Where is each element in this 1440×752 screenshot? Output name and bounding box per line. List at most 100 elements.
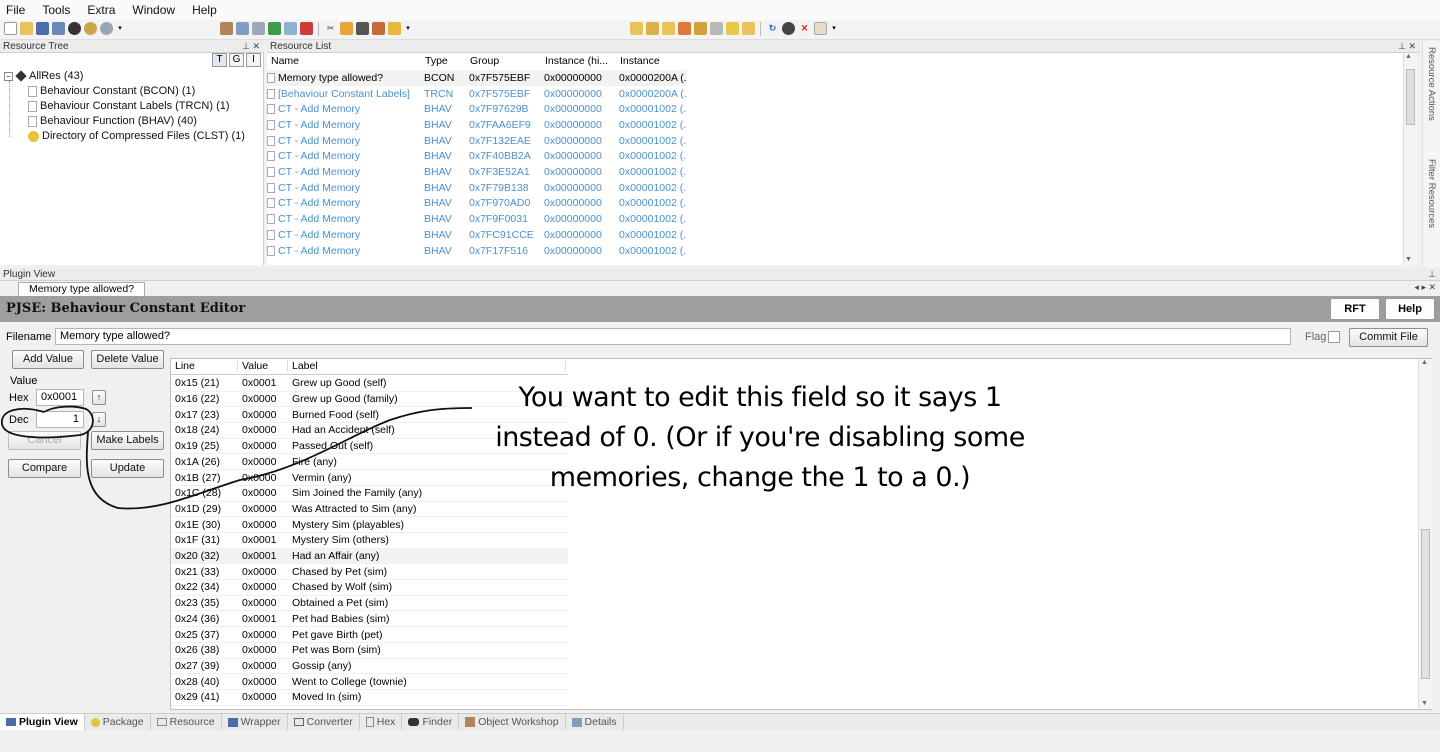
col-line[interactable]: Line <box>171 360 238 373</box>
pin-close-icon[interactable]: ⊥ ✕ <box>242 40 260 53</box>
resource-row[interactable]: CT - Add Memory BHAV 0x7F970AD0 0x00000000 0… <box>267 196 687 212</box>
add-value-button[interactable]: Add Value <box>12 350 84 369</box>
refresh-icon[interactable]: ↻ <box>766 22 779 35</box>
inbox-icon[interactable] <box>694 22 707 35</box>
tree-item-bcon[interactable]: Behaviour Constant (BCON) (1) <box>28 85 195 97</box>
pin-icon[interactable]: ⊥ <box>1428 268 1436 281</box>
rft-button[interactable]: RFT <box>1330 298 1380 320</box>
menu-file[interactable]: File <box>6 3 25 17</box>
eraser-icon[interactable] <box>814 22 827 35</box>
dropdown-arrow-icon[interactable]: ▾ <box>404 22 412 35</box>
menu-tools[interactable]: Tools <box>42 3 70 17</box>
bcon-row[interactable]: 0x27 (39) 0x0000 Gossip (any) <box>171 659 568 675</box>
resource-row[interactable]: CT - Add Memory BHAV 0x7FC91CCE 0x00000000 0… <box>267 227 687 243</box>
bcon-row[interactable]: 0x28 (40) 0x0000 Went to College (townie) <box>171 674 568 690</box>
tree-group-button[interactable]: G <box>229 53 244 67</box>
resource-row[interactable]: [Behaviour Constant Labels] TRCN 0x7F575EB… <box>267 86 687 102</box>
bcon-row[interactable]: 0x1D (29) 0x0000 Was Attracted to Sim (any… <box>171 502 568 518</box>
resource-row[interactable]: CT - Add Memory BHAV 0x7F97629B 0x00000000 0… <box>267 101 687 117</box>
list-icon[interactable] <box>284 22 297 35</box>
scroll-down-icon[interactable]: ▼ <box>1421 700 1428 707</box>
scroll-down-icon[interactable]: ▼ <box>1405 256 1412 263</box>
resource-row[interactable]: CT - Add Memory BHAV 0x7F3E52A1 0x00000000 0… <box>267 164 687 180</box>
tree-instance-button[interactable]: I <box>246 53 261 67</box>
dec-input[interactable]: 1 <box>36 411 84 428</box>
delete-icon[interactable] <box>300 22 313 35</box>
resource-actions-tab[interactable]: Resource Actions <box>1426 47 1437 121</box>
plugin-doc-tab[interactable]: Memory type allowed? <box>18 282 146 296</box>
resource-list-scrollbar[interactable]: ▲ ▼ <box>1403 53 1417 265</box>
resource-row[interactable]: CT - Add Memory BHAV 0x7F17F516 0x00000000 0… <box>267 243 687 259</box>
hex-up-button[interactable]: ↑ <box>92 390 106 405</box>
open-folder-icon[interactable] <box>20 22 33 35</box>
dropdown-arrow-icon[interactable]: ▾ <box>116 22 124 35</box>
bcon-row[interactable]: 0x1F (31) 0x0001 Mystery Sim (others) <box>171 533 568 549</box>
col-group[interactable]: Group <box>466 55 541 69</box>
copy-icon[interactable] <box>340 22 353 35</box>
star-icon[interactable] <box>388 22 401 35</box>
close-icon[interactable] <box>68 22 81 35</box>
bcon-row[interactable]: 0x29 (41) 0x0000 Moved In (sim) <box>171 690 568 706</box>
resource-row[interactable]: CT - Add Memory BHAV 0x7F40BB2A 0x00000000 0… <box>267 149 687 165</box>
col-value[interactable]: Value <box>238 360 288 373</box>
menu-extra[interactable]: Extra <box>87 3 115 17</box>
scroll-up-icon[interactable]: ▲ <box>1405 53 1412 60</box>
menu-help[interactable]: Help <box>192 3 217 17</box>
pages-icon[interactable] <box>646 22 659 35</box>
filter-resources-tab[interactable]: Filter Resources <box>1426 159 1437 228</box>
bottom-tab-package[interactable]: Package <box>85 714 151 730</box>
notes-icon[interactable] <box>726 22 739 35</box>
scroll-thumb[interactable] <box>1421 529 1430 679</box>
col-instance[interactable]: Instance <box>616 55 688 69</box>
save-icon[interactable] <box>36 22 49 35</box>
update-button[interactable]: Update <box>91 459 164 478</box>
bottom-tab-wrapper[interactable]: Wrapper <box>222 714 288 730</box>
menu-window[interactable]: Window <box>132 3 175 17</box>
user-icon[interactable] <box>782 22 795 35</box>
commit-file-button[interactable]: Commit File <box>1349 328 1428 347</box>
scroll-up-icon[interactable]: ▲ <box>1421 359 1428 366</box>
cancel-button[interactable]: Cancel <box>8 431 81 450</box>
tab-nav-icon[interactable]: ◂ ▸ ✕ <box>1414 282 1436 293</box>
image-icon[interactable] <box>356 22 369 35</box>
help-button[interactable]: Help <box>1385 298 1435 320</box>
bcon-row[interactable]: 0x26 (38) 0x0000 Pet was Born (sim) <box>171 643 568 659</box>
delete-value-button[interactable]: Delete Value <box>91 350 164 369</box>
resource-row[interactable]: CT - Add Memory BHAV 0x7F79B138 0x00000000 0… <box>267 180 687 196</box>
scan-icon[interactable] <box>236 22 249 35</box>
sims-icon[interactable] <box>84 22 97 35</box>
col-instance-hi[interactable]: Instance (hi... <box>541 55 616 69</box>
tree-root[interactable]: − AllRes (43) <box>4 70 83 82</box>
bcon-row[interactable]: 0x22 (34) 0x0000 Chased by Wolf (sim) <box>171 580 568 596</box>
make-labels-button[interactable]: Make Labels <box>91 431 164 450</box>
tree-item-clst[interactable]: Directory of Compressed Files (CLST) (1) <box>28 130 245 142</box>
folder-icon[interactable] <box>630 22 643 35</box>
col-name[interactable]: Name <box>267 55 421 69</box>
resource-row[interactable]: CT - Add Memory BHAV 0x7F132EAE 0x00000000 0… <box>267 133 687 149</box>
warning-icon[interactable] <box>678 22 691 35</box>
bottom-tab-resource[interactable]: Resource <box>151 714 222 730</box>
col-type[interactable]: Type <box>421 55 466 69</box>
dec-down-button[interactable]: ↓ <box>92 412 106 427</box>
bottom-tab-plugin-view[interactable]: Plugin View <box>0 714 85 730</box>
bcon-scrollbar[interactable]: ▲ ▼ <box>1418 359 1432 709</box>
note-icon[interactable] <box>662 22 675 35</box>
bottom-tab-details[interactable]: Details <box>566 714 624 730</box>
package-icon[interactable] <box>220 22 233 35</box>
settings-icon[interactable] <box>100 22 113 35</box>
error-icon[interactable]: ✕ <box>798 22 811 35</box>
cut-icon[interactable]: ✂ <box>324 22 337 35</box>
bcon-row[interactable]: 0x24 (36) 0x0001 Pet had Babies (sim) <box>171 612 568 628</box>
paste-icon[interactable] <box>372 22 385 35</box>
bcon-row[interactable]: 0x25 (37) 0x0000 Pet gave Birth (pet) <box>171 627 568 643</box>
filename-input[interactable]: Memory type allowed? <box>55 328 1291 345</box>
resource-row[interactable]: Memory type allowed? BCON 0x7F575EBF 0x0000… <box>267 70 687 86</box>
hex-input[interactable]: 0x0001 <box>36 389 84 406</box>
recycle-icon[interactable] <box>268 22 281 35</box>
pin-close-icon[interactable]: ⊥ ✕ <box>1398 40 1416 53</box>
bcon-row[interactable]: 0x23 (35) 0x0000 Obtained a Pet (sim) <box>171 596 568 612</box>
col-label[interactable]: Label <box>288 360 566 373</box>
tree-type-button[interactable]: T <box>212 53 227 67</box>
bcon-row[interactable]: 0x21 (33) 0x0000 Chased by Pet (sim) <box>171 564 568 581</box>
bottom-tab-finder[interactable]: Finder <box>402 714 460 730</box>
